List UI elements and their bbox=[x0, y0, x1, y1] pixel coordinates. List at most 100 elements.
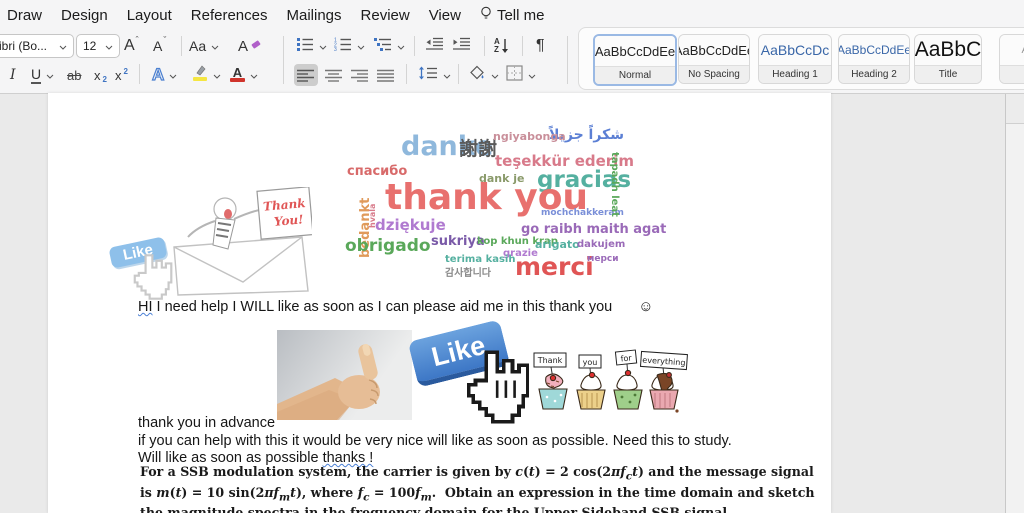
document-page[interactable]: شكراً جزيلاً danke 謝謝 ngiyabonga спасибо teşe… bbox=[48, 93, 831, 513]
align-left-icon bbox=[294, 64, 318, 86]
tab-review[interactable]: Review bbox=[361, 7, 410, 24]
subscript-button[interactable]: x2 bbox=[94, 62, 107, 88]
divider bbox=[139, 64, 140, 84]
text-effects-button[interactable]: A bbox=[151, 62, 177, 88]
tab-design[interactable]: Design bbox=[61, 7, 108, 24]
numbering-button[interactable]: 123 bbox=[334, 33, 365, 59]
paragraph-hi-need-help[interactable]: HI I need help I WILL like as soon as I … bbox=[138, 298, 654, 315]
style-heading-2[interactable]: AaBbCcDdEe Heading 2 bbox=[838, 34, 910, 84]
font-color-button[interactable]: A bbox=[230, 62, 258, 88]
font-name-dropdown[interactable]: ibri (Bo... bbox=[0, 33, 74, 59]
strikethrough-button[interactable]: ab bbox=[67, 62, 81, 88]
style-subtle[interactable]: AaBb Su bbox=[999, 34, 1024, 84]
wordcloud-word: obrigado bbox=[345, 236, 431, 256]
highlight-button[interactable] bbox=[192, 62, 221, 88]
show-paragraph-marks-button[interactable]: ¶ bbox=[536, 33, 545, 59]
chevron-down-icon bbox=[443, 66, 451, 84]
tab-draw[interactable]: Draw bbox=[7, 7, 42, 24]
chevron-down-icon bbox=[319, 37, 327, 55]
wordcloud-word: 감사합니다 bbox=[445, 268, 491, 279]
tab-layout[interactable]: Layout bbox=[127, 7, 172, 24]
multilevel-list-icon bbox=[374, 37, 392, 56]
chevron-down-icon bbox=[169, 66, 177, 84]
divider bbox=[414, 36, 415, 56]
group-divider bbox=[283, 36, 284, 84]
shrink-font-button[interactable]: Aˇ bbox=[153, 33, 167, 59]
tab-mailings[interactable]: Mailings bbox=[286, 7, 341, 24]
line-spacing-button[interactable] bbox=[418, 62, 451, 88]
numbered-list-icon: 123 bbox=[334, 37, 352, 56]
hand-cursor-icon bbox=[133, 254, 173, 300]
line-spacing-icon bbox=[418, 66, 438, 85]
svg-text:for: for bbox=[620, 353, 633, 363]
paragraph-thank-you-advance[interactable]: thank you in advance bbox=[138, 415, 275, 431]
thank-you-cupcakes-image[interactable]: Thank you for everything bbox=[529, 345, 689, 418]
bullets-button[interactable] bbox=[296, 33, 327, 59]
underline-button[interactable]: U bbox=[31, 62, 54, 88]
align-center-icon bbox=[322, 64, 346, 86]
style-title[interactable]: AaBbC Title bbox=[914, 34, 982, 84]
grow-font-button[interactable]: Aˆ bbox=[124, 33, 140, 59]
svg-text:3: 3 bbox=[334, 47, 337, 51]
wordcloud-word: dziękuje bbox=[375, 216, 446, 234]
align-right-button[interactable] bbox=[348, 62, 372, 88]
chevron-down-icon bbox=[105, 39, 113, 53]
increase-indent-button[interactable] bbox=[452, 33, 471, 59]
svg-text:you: you bbox=[583, 358, 598, 367]
style-normal[interactable]: AaBbCcDdEe Normal bbox=[593, 34, 677, 86]
change-case-button[interactable]: Aa bbox=[189, 33, 219, 59]
like-button-cursor-image[interactable]: Like bbox=[407, 319, 538, 424]
decrease-indent-button[interactable] bbox=[425, 33, 444, 59]
wordcloud-word: hvala bbox=[368, 203, 377, 228]
sort-button[interactable]: AZ bbox=[494, 33, 509, 59]
divider bbox=[458, 64, 459, 84]
eraser-icon bbox=[250, 37, 261, 55]
document-area: شكراً جزيلاً danke 謝謝 ngiyabonga спасибо teşe… bbox=[0, 93, 1024, 513]
tab-tell-me[interactable]: Tell me bbox=[480, 6, 544, 25]
align-center-button[interactable] bbox=[322, 62, 346, 88]
ssb-problem-image[interactable]: For a SSB modulation system, the carrier… bbox=[140, 464, 815, 513]
arrow-down-icon bbox=[501, 39, 508, 53]
ribbon-tab-bar: Draw Design Layout References Mailings R… bbox=[7, 0, 544, 30]
thumbs-up-photo-image[interactable] bbox=[277, 330, 412, 420]
chevron-down-icon bbox=[491, 66, 499, 84]
font-color-icon: A bbox=[230, 66, 245, 82]
styles-gallery: AaBbCcDdEe Normal AaBbCcDdEe No Spacing … bbox=[578, 27, 1024, 90]
clear-formatting-button[interactable]: A bbox=[238, 33, 261, 59]
paint-bucket-icon bbox=[469, 65, 486, 86]
tab-view[interactable]: View bbox=[429, 7, 461, 24]
chevron-down-icon bbox=[250, 66, 258, 84]
like-stamp-image[interactable]: Like bbox=[106, 236, 216, 302]
divider bbox=[522, 36, 523, 56]
lightbulb-icon bbox=[480, 6, 492, 25]
borders-button[interactable] bbox=[506, 62, 536, 88]
paragraph-if-you-can-help[interactable]: if you can help with this it would be ve… bbox=[138, 433, 732, 449]
chevron-down-icon bbox=[46, 66, 54, 84]
shading-button[interactable] bbox=[469, 62, 499, 88]
justify-icon bbox=[374, 64, 398, 86]
font-size-dropdown[interactable]: 12 bbox=[76, 33, 120, 59]
chevron-down-icon bbox=[211, 37, 219, 55]
wordcloud-word: 謝謝 bbox=[459, 138, 498, 160]
highlighter-icon bbox=[192, 64, 208, 87]
thank-you-wordcloud-image[interactable]: شكراً جزيلاً danke 謝謝 ngiyabonga спасибо teşe… bbox=[345, 128, 666, 292]
pixel-hand-cursor-icon bbox=[467, 350, 530, 424]
justify-button[interactable] bbox=[374, 62, 398, 88]
wordcloud-word: dakujem bbox=[577, 239, 626, 250]
divider bbox=[181, 36, 182, 56]
ribbon: Draw Design Layout References Mailings R… bbox=[0, 0, 1024, 94]
svg-text:Thank: Thank bbox=[537, 356, 563, 365]
italic-button[interactable]: I bbox=[10, 62, 16, 88]
style-heading-1[interactable]: AaBbCcDc Heading 1 bbox=[758, 34, 832, 84]
svg-text:You!: You! bbox=[273, 212, 304, 229]
multilevel-list-button[interactable] bbox=[374, 33, 405, 59]
sort-az-icon: AZ bbox=[494, 37, 500, 54]
align-right-icon bbox=[348, 64, 372, 86]
align-left-button[interactable] bbox=[294, 62, 318, 88]
superscript-button[interactable]: x2 bbox=[115, 62, 128, 88]
wordcloud-word: мерси bbox=[587, 254, 619, 264]
decrease-indent-icon bbox=[425, 37, 444, 55]
chevron-down-icon bbox=[213, 66, 221, 84]
style-no-spacing[interactable]: AaBbCcDdEe No Spacing bbox=[678, 34, 750, 84]
tab-references[interactable]: References bbox=[191, 7, 268, 24]
